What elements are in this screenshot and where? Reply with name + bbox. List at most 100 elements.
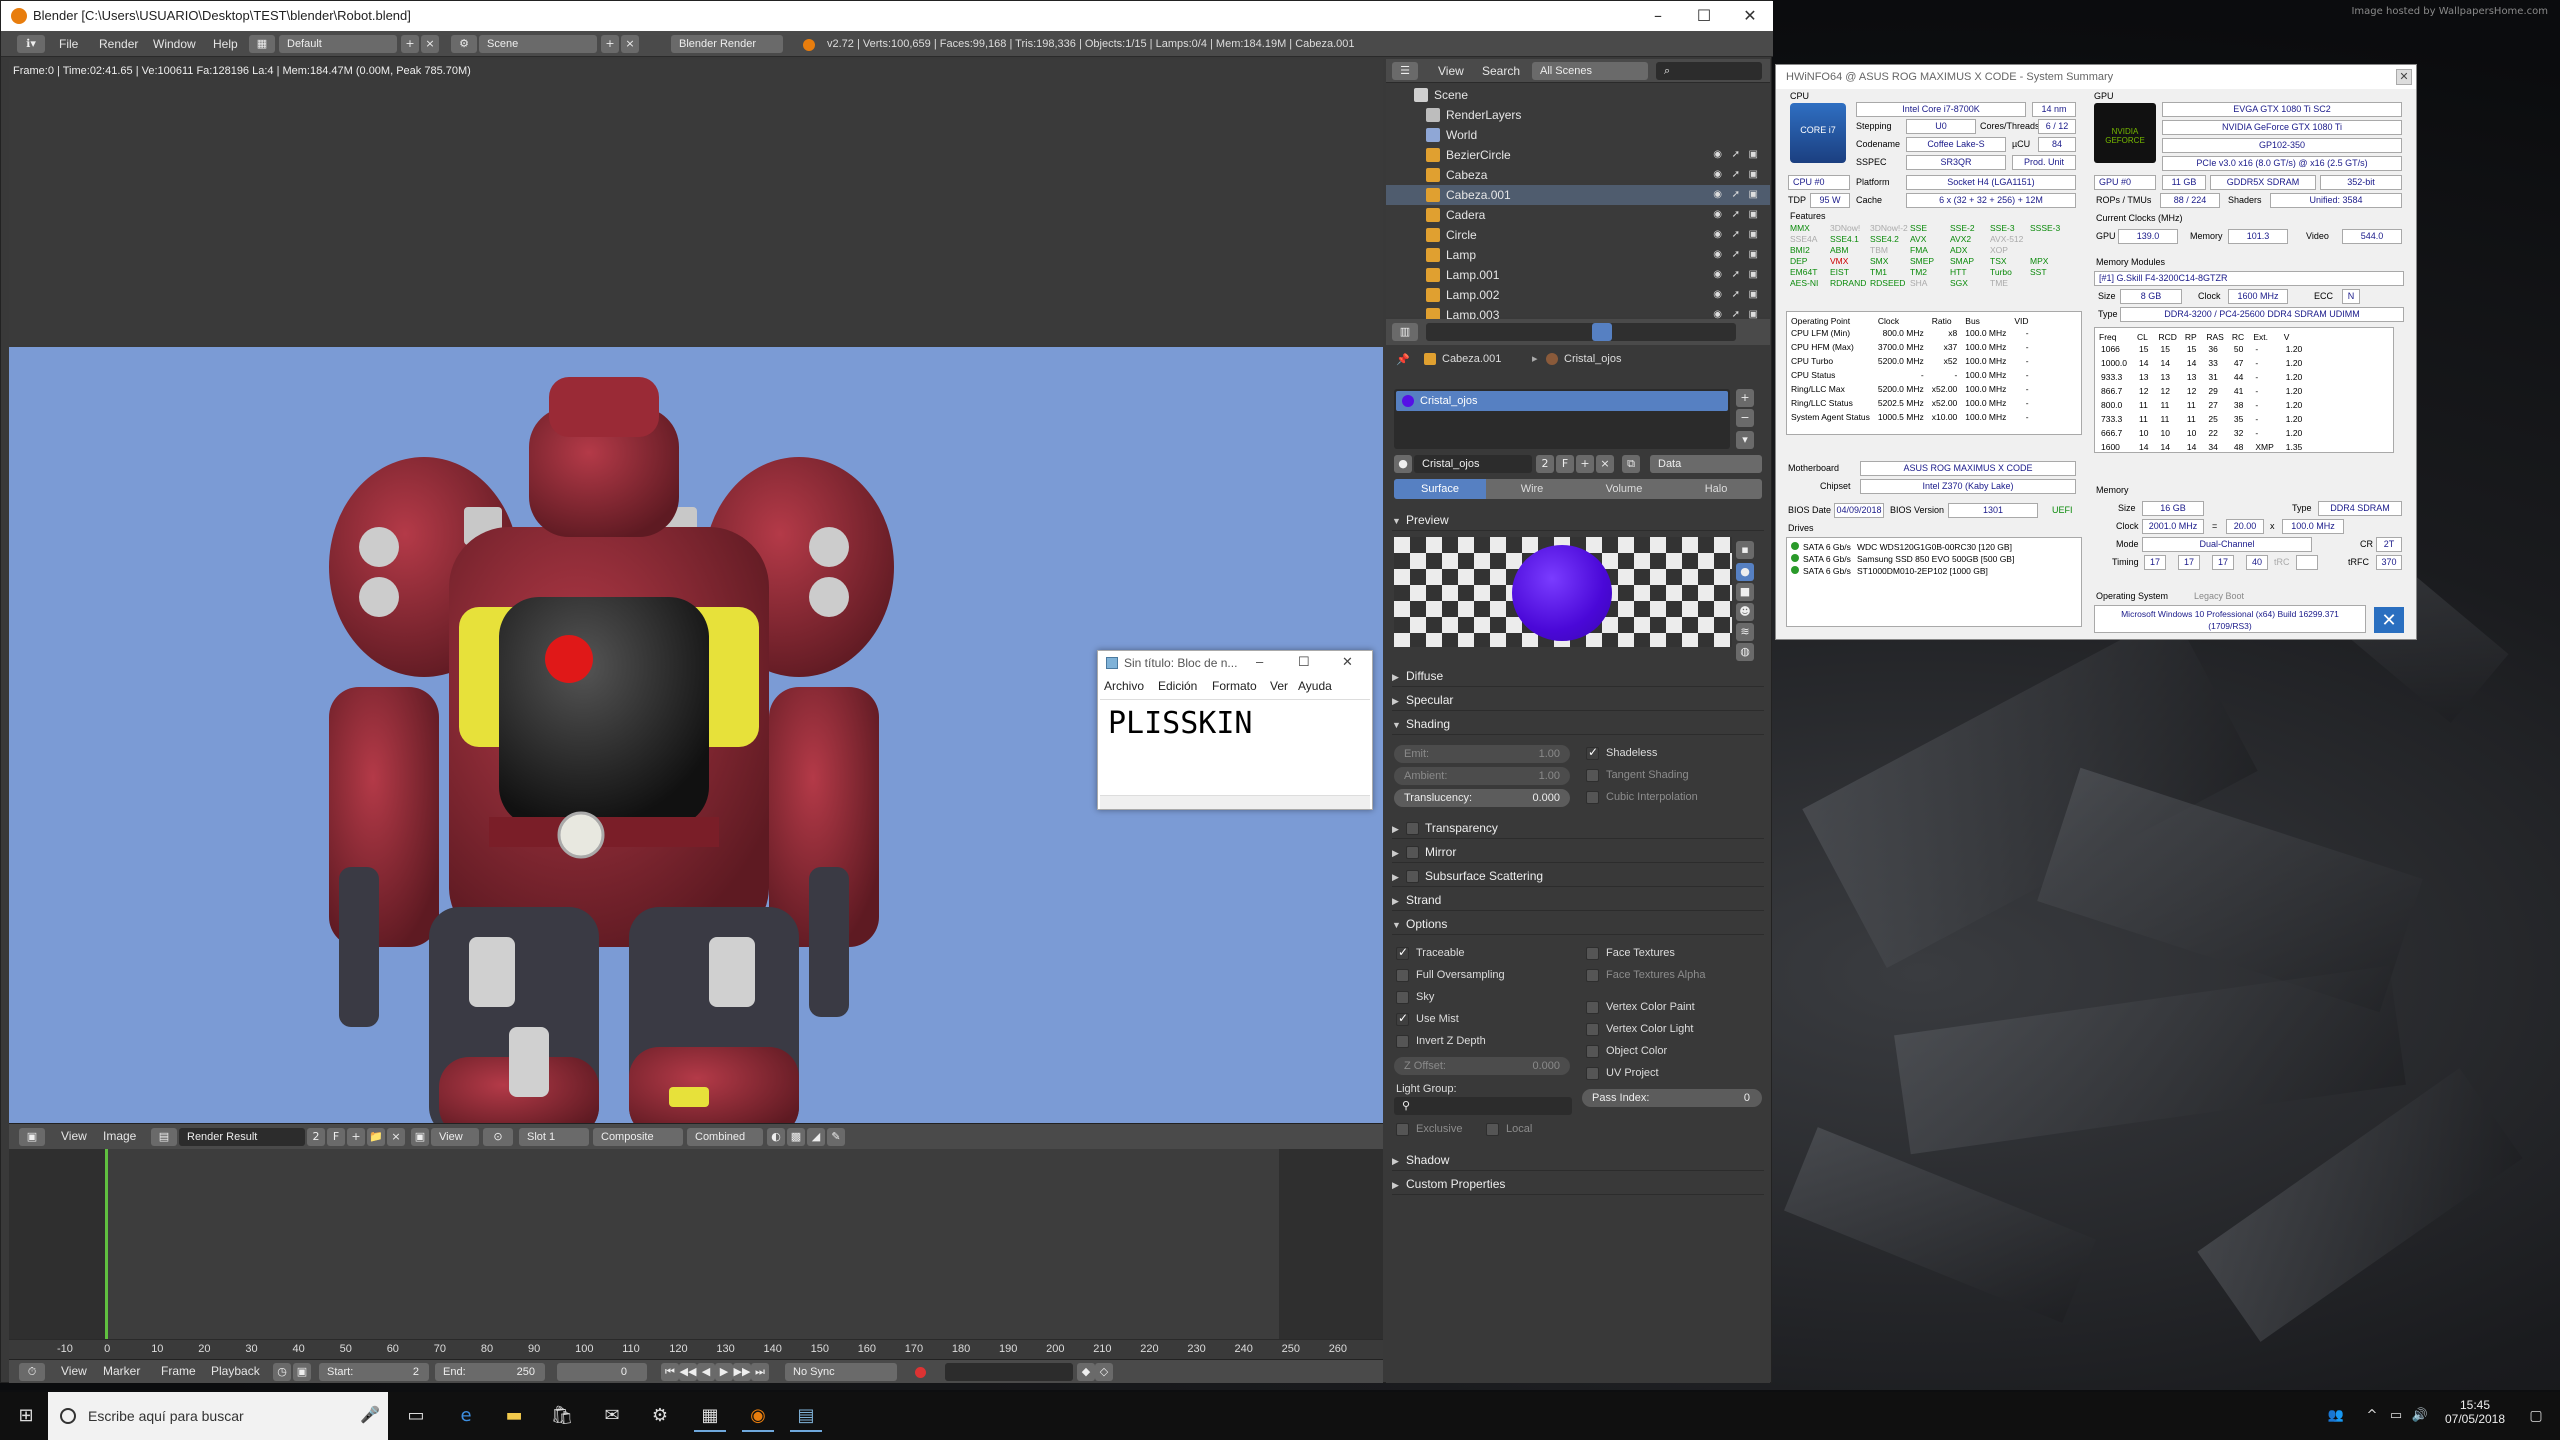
view-select[interactable]: View (431, 1128, 479, 1146)
tab-volume[interactable]: Volume (1578, 479, 1670, 499)
remove-scene-button[interactable]: × (621, 35, 639, 53)
emit-slider[interactable]: Emit: 1.00 (1394, 745, 1570, 763)
link-select[interactable]: Data (1650, 455, 1762, 473)
outliner-item[interactable]: Cabeza ◉ ➚ ▣ (1386, 165, 1770, 185)
traceable-checkbox[interactable] (1396, 945, 1409, 960)
preview-sky-icon[interactable]: ◍ (1736, 643, 1754, 661)
people-icon[interactable]: 👥 (2320, 1400, 2352, 1432)
curve-icon[interactable]: ◢ (807, 1128, 825, 1146)
outliner-item[interactable]: Cadera ◉ ➚ ▣ (1386, 205, 1770, 225)
scene-icon[interactable]: ⚙ (451, 35, 477, 53)
menu-search[interactable]: Search (1482, 64, 1520, 78)
sample-icon[interactable]: ✎ (827, 1128, 845, 1146)
mail-icon[interactable]: ✉ (596, 1400, 628, 1432)
outliner-item[interactable]: World (1386, 125, 1770, 145)
tab-surface[interactable]: Surface (1394, 479, 1486, 499)
full-oversampling-checkbox[interactable] (1396, 969, 1409, 982)
pass-select[interactable]: Combined (687, 1128, 763, 1146)
menu-playback[interactable]: Playback (211, 1364, 260, 1378)
preview-monkey-icon[interactable]: ☻ (1736, 603, 1754, 621)
select-arrow-icon[interactable]: ➚ (1732, 229, 1740, 240)
notepad-taskbar-icon[interactable]: ▤ (790, 1400, 822, 1432)
translucency-slider[interactable]: Translucency: 0.000 (1394, 789, 1570, 807)
editor-type-icon[interactable]: ▥ (1392, 323, 1418, 341)
editor-type-icon[interactable]: ☰ (1392, 62, 1418, 80)
screen-layout-select[interactable]: Default (279, 35, 397, 53)
remove-layout-button[interactable]: × (421, 35, 439, 53)
display-channels-icon[interactable]: ◐ (767, 1128, 785, 1146)
timeline[interactable]: -10 0 10 20 30 40 50 60 70 80 90 100 110 120 130 140 150… (9, 1149, 1383, 1359)
face-textures-checkbox[interactable] (1586, 947, 1599, 960)
add-slot-button[interactable]: + (1736, 389, 1754, 407)
visibility-eye-icon[interactable]: ◉ (1713, 269, 1722, 280)
play-reverse-button[interactable]: ◀ (697, 1363, 715, 1381)
light-group-field[interactable]: ⚲ (1394, 1097, 1572, 1115)
layer-select[interactable]: Composite (593, 1128, 683, 1146)
editor-type-icon[interactable]: ℹ▾ (17, 35, 45, 53)
z-offset-slider[interactable]: Z Offset: 0.000 (1394, 1057, 1570, 1075)
preview-cube-icon[interactable]: ■ (1736, 583, 1754, 601)
close-button[interactable]: ✕ (1342, 654, 1353, 670)
outliner-item[interactable]: Scene (1386, 85, 1770, 105)
image-editor[interactable] (9, 59, 1383, 1123)
maximize-button[interactable]: ☐ (1681, 1, 1727, 31)
taskbar-clock[interactable]: 15:45 07/05/2018 (2440, 1398, 2510, 1426)
maximize-button[interactable]: ☐ (1298, 654, 1310, 670)
select-arrow-icon[interactable]: ➚ (1732, 209, 1740, 220)
sss-checkbox[interactable] (1406, 870, 1419, 884)
play-button[interactable]: ▶ (715, 1363, 733, 1381)
image-name-field[interactable]: Render Result (179, 1128, 305, 1146)
notifications-icon[interactable]: ▢ (2520, 1400, 2552, 1432)
hwinfo-title[interactable]: HWiNFO64 @ ASUS ROG MAXIMUS X CODE - Sys… (1776, 65, 2416, 89)
tab-wire[interactable]: Wire (1486, 479, 1578, 499)
cpu-select[interactable]: CPU #0 (1788, 175, 1850, 190)
outliner[interactable]: ☰ View Search All Scenes ⌕ Scene RenderLa… (1386, 59, 1770, 322)
menu-image[interactable]: Image (103, 1129, 136, 1143)
outliner-item[interactable]: Circle ◉ ➚ ▣ (1386, 225, 1770, 245)
minimize-button[interactable]: – (1635, 1, 1681, 31)
menu-edicion[interactable]: Edición (1158, 679, 1197, 693)
jump-end-button[interactable]: ⏭ (751, 1363, 769, 1381)
close-button[interactable]: ✕ (2396, 69, 2412, 85)
volume-icon[interactable]: 🔊 (2404, 1400, 2436, 1432)
menu-formato[interactable]: Formato (1212, 679, 1257, 693)
preview-range-icon[interactable]: ◷ (273, 1363, 291, 1381)
close-summary-button[interactable]: ✕ (2374, 607, 2404, 633)
panel-shading[interactable]: ▼ Shading (1392, 713, 1764, 735)
memory-module-select[interactable]: [#1] G.Skill F4-3200C14-8GTZR (2094, 271, 2404, 286)
render-engine-select[interactable]: Blender Render (671, 35, 783, 53)
add-scene-button[interactable]: + (601, 35, 619, 53)
sky-checkbox[interactable] (1396, 991, 1409, 1004)
local-checkbox[interactable] (1486, 1123, 1499, 1136)
outliner-item[interactable]: BezierCircle ◉ ➚ ▣ (1386, 145, 1770, 165)
cubic-checkbox[interactable] (1586, 791, 1599, 804)
start-button[interactable]: ⊞ (10, 1400, 42, 1432)
steam-icon[interactable]: ⚙ (644, 1400, 676, 1432)
menu-render[interactable]: Render (99, 37, 138, 51)
node-material-icon[interactable]: ⧉ (1622, 455, 1640, 473)
file-explorer-icon[interactable]: ▬ (498, 1400, 530, 1432)
select-arrow-icon[interactable]: ➚ (1732, 289, 1740, 300)
taskbar-search[interactable]: Escribe aquí para buscar 🎤 (48, 1392, 388, 1440)
menu-view[interactable]: View (1438, 64, 1464, 78)
start-frame-field[interactable]: Start: 2 (319, 1363, 429, 1381)
menu-marker[interactable]: Marker (103, 1364, 140, 1378)
task-view-icon[interactable]: ▭ (400, 1400, 432, 1432)
menu-archivo[interactable]: Archivo (1104, 679, 1144, 693)
visibility-eye-icon[interactable]: ◉ (1713, 149, 1722, 160)
panel-mirror[interactable]: ▶ Mirror (1392, 841, 1764, 863)
lock-range-icon[interactable]: ▣ (293, 1363, 311, 1381)
close-button[interactable]: ✕ (1727, 1, 1773, 31)
panel-specular[interactable]: ▶ Specular (1392, 689, 1764, 711)
properties-editor[interactable]: ▥ 📌 Cabeza.001 ▸ Cristal_ojos Cristal_oj… (1386, 319, 1770, 1383)
visibility-eye-icon[interactable]: ◉ (1713, 249, 1722, 260)
editor-type-icon[interactable]: ▣ (19, 1128, 45, 1146)
visibility-eye-icon[interactable]: ◉ (1713, 289, 1722, 300)
pass-index-field[interactable]: Pass Index: 0 (1582, 1089, 1762, 1107)
panel-transparency[interactable]: ▶ Transparency (1392, 817, 1764, 839)
remove-slot-button[interactable]: − (1736, 409, 1754, 427)
add-layout-button[interactable]: + (401, 35, 419, 53)
tangent-checkbox[interactable] (1586, 769, 1599, 782)
alpha-checker-icon[interactable]: ▩ (787, 1128, 805, 1146)
current-frame-marker[interactable] (105, 1149, 108, 1341)
